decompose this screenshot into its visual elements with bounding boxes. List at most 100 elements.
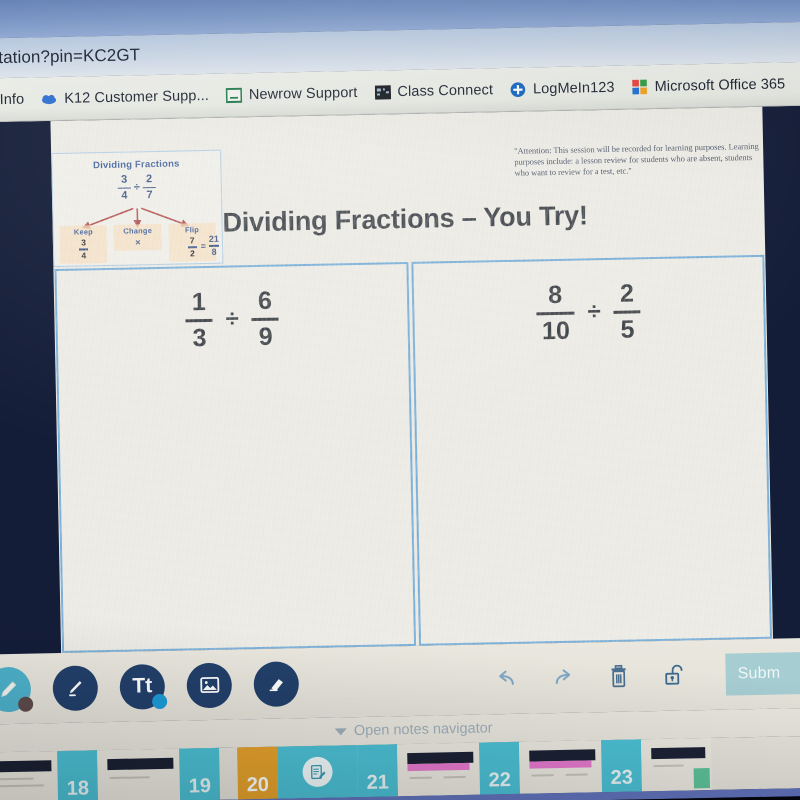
bookmark-class-connect[interactable]: Class Connect bbox=[374, 82, 493, 100]
blue-plus-circle-icon bbox=[510, 82, 526, 98]
slide-thumbnail-19[interactable]: 19 bbox=[179, 747, 221, 800]
step-keep: Keep 3 4 bbox=[59, 224, 108, 264]
bookmark-label: My Info bbox=[0, 91, 25, 109]
green-square-icon bbox=[225, 87, 243, 104]
denominator: 4 bbox=[81, 250, 87, 261]
bookmark-microsoft-office-365[interactable]: Microsoft Office 365 bbox=[631, 76, 785, 95]
slide-number: 23 bbox=[600, 739, 643, 793]
recording-notice: "Attention: This session will be recorde… bbox=[514, 141, 759, 178]
pen-color-dot[interactable] bbox=[17, 696, 34, 712]
slide-thumbnail-21[interactable]: 21 bbox=[357, 742, 481, 798]
text-icon: Tt bbox=[132, 674, 153, 698]
fraction-bar bbox=[536, 311, 575, 315]
slide-header: Dividing Fractions 3 4 ÷ 2 7 Keep 3 4 Ch… bbox=[51, 139, 765, 268]
problem-2-right-fraction: 2 5 bbox=[613, 279, 641, 344]
slide-title: Dividing Fractions – You Try! bbox=[222, 200, 589, 238]
problem-2-left-fraction: 8 10 bbox=[536, 280, 575, 345]
blue-cloud-icon bbox=[41, 91, 57, 107]
bookmark-label: LogMeIn123 bbox=[532, 79, 615, 98]
bookmark-label: K12 Customer Supp... bbox=[64, 87, 210, 107]
bookmark-label: Newrow Support bbox=[248, 84, 358, 104]
problem-1-left-fraction: 1 3 bbox=[185, 288, 213, 352]
numerator: 8 bbox=[547, 280, 563, 310]
undo-icon[interactable] bbox=[491, 664, 522, 695]
preview-banner-pink bbox=[529, 760, 592, 769]
chevron-down-icon bbox=[334, 727, 347, 736]
highlighter-tool[interactable] bbox=[52, 664, 99, 711]
slide-preview bbox=[97, 748, 181, 800]
fraction-bar bbox=[142, 186, 156, 189]
bookmark-label: Class Connect bbox=[397, 82, 494, 101]
slide-thumbnail-23[interactable]: 23 bbox=[600, 737, 713, 793]
whiteboard-stage[interactable]: Dividing Fractions 3 4 ÷ 2 7 Keep 3 4 Ch… bbox=[50, 106, 773, 653]
pen-tool[interactable] bbox=[0, 666, 34, 713]
preview-banner bbox=[0, 760, 52, 773]
equals-sign: = bbox=[200, 240, 207, 251]
eraser-tool[interactable] bbox=[253, 660, 300, 707]
trash-icon[interactable] bbox=[603, 662, 634, 693]
slide-number: 18 bbox=[57, 750, 99, 800]
step-change: Change × bbox=[113, 223, 162, 251]
submit-button[interactable]: Subm bbox=[725, 651, 800, 696]
slide-number: 20 bbox=[237, 746, 279, 800]
bookmark-logmein123[interactable]: LogMeIn123 bbox=[510, 80, 615, 98]
text-color-dot[interactable] bbox=[151, 693, 168, 709]
slide-thumbnail[interactable] bbox=[97, 748, 181, 800]
answer-box-1[interactable]: 1 3 ÷ 6 9 bbox=[54, 261, 416, 653]
slide-preview bbox=[519, 740, 603, 794]
denominator: 3 bbox=[192, 323, 207, 352]
numerator: 21 bbox=[208, 233, 219, 244]
bookmark-label: Microsoft Office 365 bbox=[654, 76, 786, 95]
keep-change-flip-columns: Keep 3 4 Change × Flip 7 2 bbox=[59, 222, 217, 264]
bookmark-newrow-support[interactable]: Newrow Support bbox=[225, 84, 358, 104]
slide-thumbnail[interactable] bbox=[0, 751, 59, 800]
preview-banner-pink bbox=[407, 762, 470, 772]
unlock-icon[interactable] bbox=[659, 660, 690, 691]
preview-line bbox=[409, 776, 432, 780]
slide-preview bbox=[0, 751, 59, 800]
preview-line bbox=[653, 764, 684, 768]
microsoft-logo-icon bbox=[631, 79, 647, 95]
slide-number: 19 bbox=[179, 747, 221, 800]
slide-thumbnail-20-current[interactable]: 20 bbox=[237, 745, 359, 800]
dark-grid-icon bbox=[374, 84, 391, 100]
preview-line bbox=[109, 776, 150, 780]
numerator: 3 bbox=[81, 237, 87, 248]
preview-banner bbox=[651, 747, 706, 760]
problem-1-operator: ÷ bbox=[225, 305, 240, 333]
bookmark-k12-customer-support[interactable]: K12 Customer Supp... bbox=[41, 88, 209, 107]
answer-box-2[interactable]: 8 10 ÷ 2 5 bbox=[410, 254, 772, 646]
numerator: 7 bbox=[189, 235, 195, 246]
fraction: 7 2 bbox=[187, 235, 197, 259]
problem-1-right-fraction: 6 9 bbox=[251, 287, 279, 351]
toolbar-actions: Subm bbox=[491, 651, 800, 700]
eraser-icon bbox=[264, 671, 288, 695]
preview-shape bbox=[693, 768, 710, 789]
denominator: 10 bbox=[541, 316, 571, 345]
fraction: 3 4 bbox=[79, 237, 89, 261]
slide-thumbnail-18[interactable]: 18 bbox=[57, 750, 99, 800]
text-tool[interactable]: Tt bbox=[119, 663, 168, 710]
bookmark-my-info[interactable]: My Info bbox=[0, 92, 24, 109]
preview-line bbox=[565, 773, 588, 776]
division-operator: ÷ bbox=[133, 181, 140, 194]
denominator: 2 bbox=[189, 248, 195, 259]
screen-content: entation?pin=KC2GT My Info K12 Customer … bbox=[0, 0, 800, 800]
slide-number: 21 bbox=[357, 744, 399, 798]
slide-thumbnail-22[interactable]: 22 bbox=[479, 740, 603, 795]
denominator: 5 bbox=[620, 314, 635, 344]
step-value: × bbox=[114, 237, 162, 248]
image-tool[interactable] bbox=[186, 662, 233, 708]
preview-line bbox=[0, 777, 34, 781]
step-label: Keep bbox=[73, 227, 94, 237]
denominator: 9 bbox=[258, 322, 273, 351]
denominator: 7 bbox=[146, 188, 153, 201]
fraction-bar bbox=[117, 187, 131, 189]
reference-title: Dividing Fractions bbox=[92, 158, 180, 172]
redo-icon[interactable] bbox=[547, 663, 578, 694]
preview-line bbox=[531, 774, 554, 777]
notes-navigator-label: Open notes navigator bbox=[353, 720, 493, 740]
image-icon bbox=[197, 673, 221, 697]
numerator: 2 bbox=[619, 279, 635, 308]
reference-fraction-left: 3 4 bbox=[117, 174, 132, 202]
